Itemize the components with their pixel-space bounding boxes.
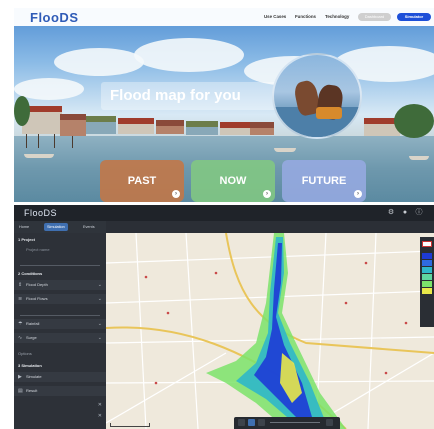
map-playback-toolbar [234, 417, 340, 429]
app-header: FlooDS ⚙ ● ⓘ [14, 205, 434, 221]
play-button[interactable] [248, 419, 255, 426]
legend-mid [422, 267, 432, 273]
condition-rainfall[interactable]: ☂ Rainfall ⌄ [14, 319, 106, 329]
options-label[interactable]: Options [14, 349, 106, 359]
stilt [26, 134, 27, 148]
settings-icon[interactable] [326, 419, 333, 426]
legend-panel [420, 237, 434, 327]
section-conditions[interactable]: 2 Conditions [14, 269, 106, 279]
project-name-label: Project name [26, 247, 50, 252]
chevron-down-icon[interactable]: ⌄ [98, 294, 102, 304]
app-tabs: Home Simulation Events [14, 221, 106, 233]
prev-button[interactable] [238, 419, 245, 426]
surge-icon: ∿ [18, 335, 23, 341]
chevron-down-icon[interactable]: ⌄ [98, 333, 102, 343]
hero-photo-children [272, 53, 362, 139]
cloud [134, 38, 244, 72]
now-label: NOW [219, 175, 247, 187]
stilt-house [186, 121, 218, 135]
flood-flows-label: Flood Flows [26, 296, 48, 301]
nav-link-functions[interactable]: Functions [295, 14, 316, 19]
nav-link-use-cases[interactable]: Use Cases [264, 14, 286, 19]
tab-home[interactable]: Home [16, 223, 32, 231]
tree [394, 104, 434, 138]
child-shorts [316, 107, 342, 119]
delete-icon[interactable]: ✕ [98, 400, 102, 410]
tree [14, 96, 30, 126]
boat [274, 148, 296, 152]
result-label: Result [26, 388, 38, 393]
simulator-button[interactable]: Simulator [397, 13, 431, 21]
past-label: PAST [127, 175, 157, 187]
stilt [54, 134, 55, 148]
chart-icon: ▤ [18, 388, 23, 394]
user-icon[interactable]: ● [400, 208, 410, 218]
delete-icon[interactable]: ✕ [98, 411, 102, 421]
future-label: FUTURE [301, 175, 347, 187]
flood-depth-label: Flood Depth [26, 282, 48, 287]
boat [24, 154, 54, 158]
simulate-label: Simulate [26, 374, 42, 379]
rain-icon: ☂ [18, 321, 23, 327]
result-row[interactable]: ✕ [14, 411, 106, 421]
tab-events[interactable]: Events [80, 223, 98, 231]
stilt [72, 136, 73, 148]
boat [409, 156, 429, 160]
simulate-button[interactable]: ▶ Simulate [14, 372, 106, 382]
section-project[interactable]: 1 Project [14, 235, 106, 245]
top-nav: FlooDS Use Cases Functions Technology Da… [14, 8, 434, 26]
legend-minimal [422, 288, 432, 294]
condition-flood-depth[interactable]: ⇕ Flood Depth ⌄ [14, 280, 106, 290]
app-logo[interactable]: FlooDS [24, 208, 57, 218]
legend-mid-shallow [422, 274, 432, 280]
chevron-down-icon[interactable]: ⌄ [98, 280, 102, 290]
stilt-house [86, 116, 116, 134]
layer-thumbnail[interactable] [422, 241, 432, 247]
chevron-down-icon[interactable]: ⌄ [98, 319, 102, 329]
stilt-house [220, 122, 250, 135]
info-icon[interactable]: ⓘ [414, 208, 424, 218]
next-button[interactable] [258, 419, 265, 426]
hero-title: Flood map for you [101, 82, 291, 110]
sidebar: 1 Project Project name 2 Conditions ⇕ Fl… [14, 233, 106, 429]
legend-deep [422, 253, 432, 259]
arrow-right-icon: › [172, 190, 180, 198]
logo[interactable]: FlooDS [30, 10, 79, 25]
condition-flood-flows[interactable]: ≋ Flood Flows ⌄ [14, 294, 106, 304]
legend-deep-mid [422, 260, 432, 266]
section-simulation[interactable]: 3 Simulation [14, 361, 106, 371]
result-row[interactable]: ✕ [14, 400, 106, 410]
play-icon: ▶ [18, 374, 22, 380]
settings-icon[interactable]: ⚙ [386, 208, 396, 218]
depth-icon: ⇕ [18, 282, 23, 288]
stilt-house [156, 120, 184, 134]
stilt [38, 134, 39, 148]
past-button[interactable]: PAST › [100, 160, 184, 202]
stilt-house [250, 122, 274, 135]
project-name-input[interactable] [20, 259, 100, 266]
future-button[interactable]: FUTURE › [282, 160, 366, 202]
tab-simulation[interactable]: Simulation [44, 223, 68, 231]
arrow-right-icon: › [354, 190, 362, 198]
flow-icon: ≋ [18, 296, 23, 302]
map-canvas [106, 233, 434, 429]
flood-flows-select[interactable] [20, 309, 100, 316]
stilt-house [118, 118, 154, 134]
result-item[interactable]: ▤ Result [14, 386, 106, 396]
scale-bar [110, 423, 150, 427]
legend-shallow [422, 281, 432, 287]
flood-map[interactable] [106, 233, 434, 429]
simulator-app: FlooDS ⚙ ● ⓘ Home Simulation Events 1 Pr… [14, 205, 434, 429]
stilt-house [60, 114, 86, 136]
dashboard-button[interactable]: Dashboard [358, 13, 391, 21]
nav-link-technology[interactable]: Technology [325, 14, 349, 19]
cloud [54, 48, 144, 76]
rainfall-label: Rainfall [26, 321, 40, 326]
now-button[interactable]: NOW › [191, 160, 275, 202]
time-slider[interactable] [270, 422, 320, 423]
arrow-right-icon: › [263, 190, 271, 198]
surge-label: Surge [26, 335, 37, 340]
condition-surge[interactable]: ∿ Surge ⌄ [14, 333, 106, 343]
landing-page: FlooDS Use Cases Functions Technology Da… [14, 8, 434, 202]
